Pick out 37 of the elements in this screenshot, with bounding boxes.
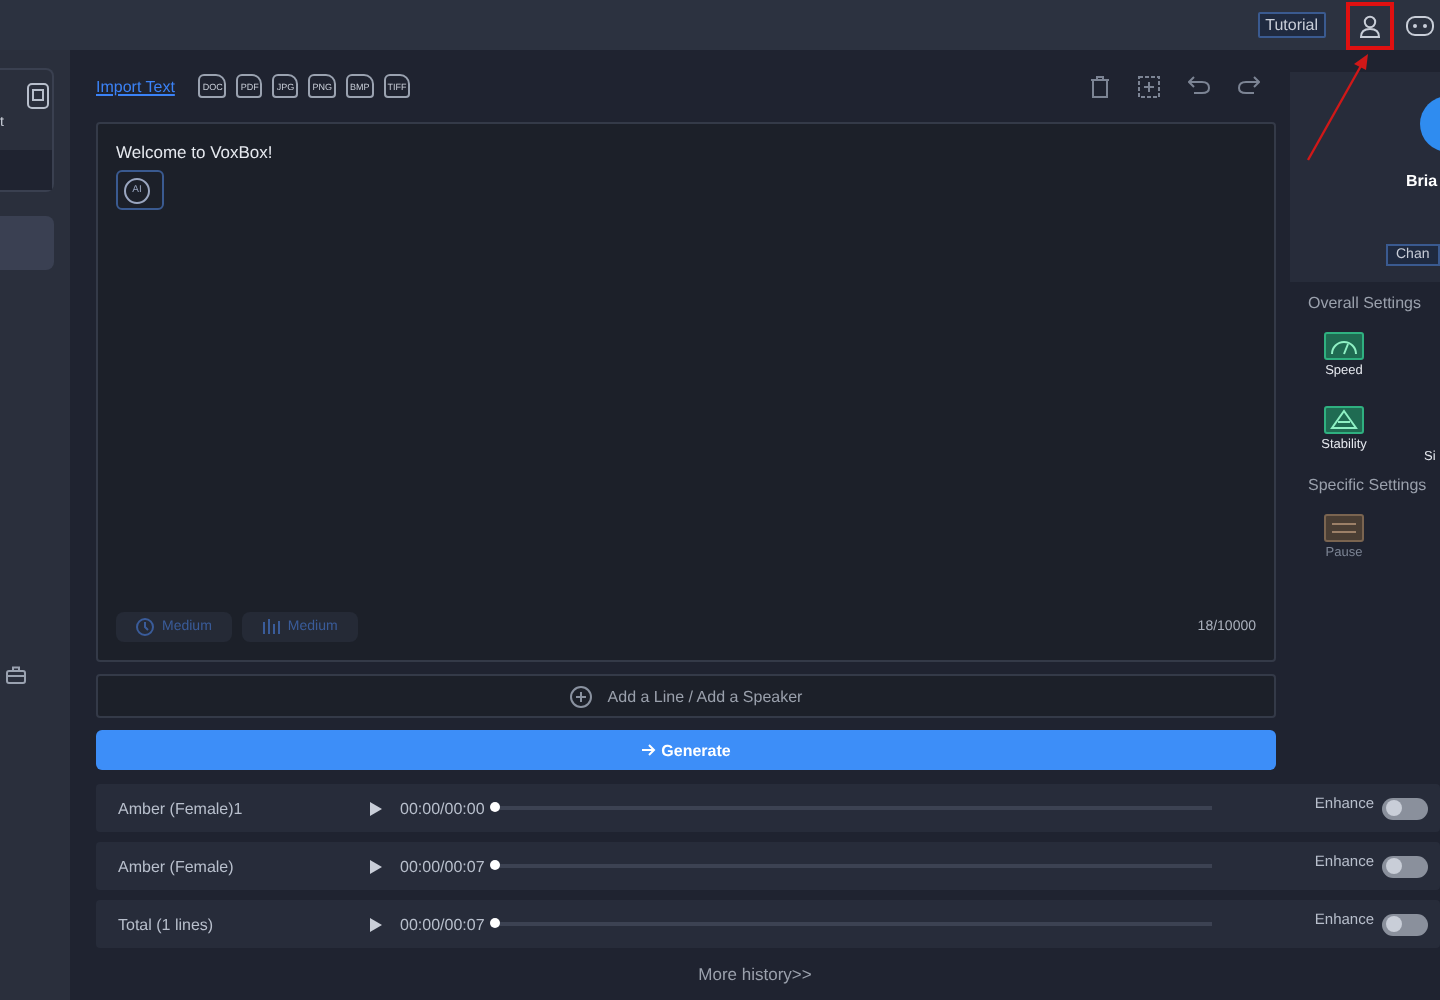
gamepad-icon[interactable]: [1406, 15, 1434, 35]
play-icon[interactable]: [370, 859, 382, 873]
bars-icon: [261, 618, 280, 636]
script-text: Welcome to VoxBox!: [116, 142, 273, 162]
play-icon[interactable]: [370, 917, 382, 931]
undo-icon[interactable]: [1188, 75, 1210, 93]
progress-thumb[interactable]: [490, 918, 501, 928]
time-display: 00:00/00:00: [400, 799, 485, 817]
section-title: Specific Settings: [1308, 476, 1429, 494]
enhance-toggle[interactable]: [1382, 855, 1428, 877]
history-name: Amber (Female)1: [118, 799, 245, 817]
user-name: Bria: [1406, 172, 1438, 190]
progress-thumb[interactable]: [490, 802, 501, 812]
import-text-link[interactable]: Import Text: [96, 77, 175, 95]
section-title: Overall Settings: [1308, 294, 1423, 312]
plus-circle-icon: [569, 685, 592, 707]
history-name: Amber (Female): [118, 857, 236, 875]
user-icon: [1358, 13, 1382, 37]
enhance-toggle[interactable]: [1382, 797, 1428, 819]
redo-icon[interactable]: [1238, 75, 1260, 93]
enhance-toggle[interactable]: [1382, 913, 1428, 935]
more-history-link[interactable]: More history>>: [698, 964, 812, 984]
briefcase-icon[interactable]: [6, 666, 26, 684]
window-icon: [26, 82, 50, 110]
annotation-arrow: [1304, 52, 1372, 164]
add-line-button[interactable]: Add a Line / Add a Speaker: [96, 674, 1276, 718]
add-block-icon[interactable]: [1138, 75, 1160, 97]
clock-icon: [136, 618, 154, 636]
user-button[interactable]: [1346, 1, 1394, 49]
progress-thumb[interactable]: [490, 860, 501, 870]
play-icon[interactable]: [370, 801, 382, 815]
arrow-icon: [641, 744, 656, 756]
trash-icon[interactable]: [1090, 75, 1110, 97]
time-display: 00:00/00:07: [400, 857, 485, 875]
tutorial-button[interactable]: Tutorial: [1257, 12, 1326, 38]
history-name: Total (1 lines): [118, 915, 216, 933]
time-display: 00:00/00:07: [400, 915, 485, 933]
